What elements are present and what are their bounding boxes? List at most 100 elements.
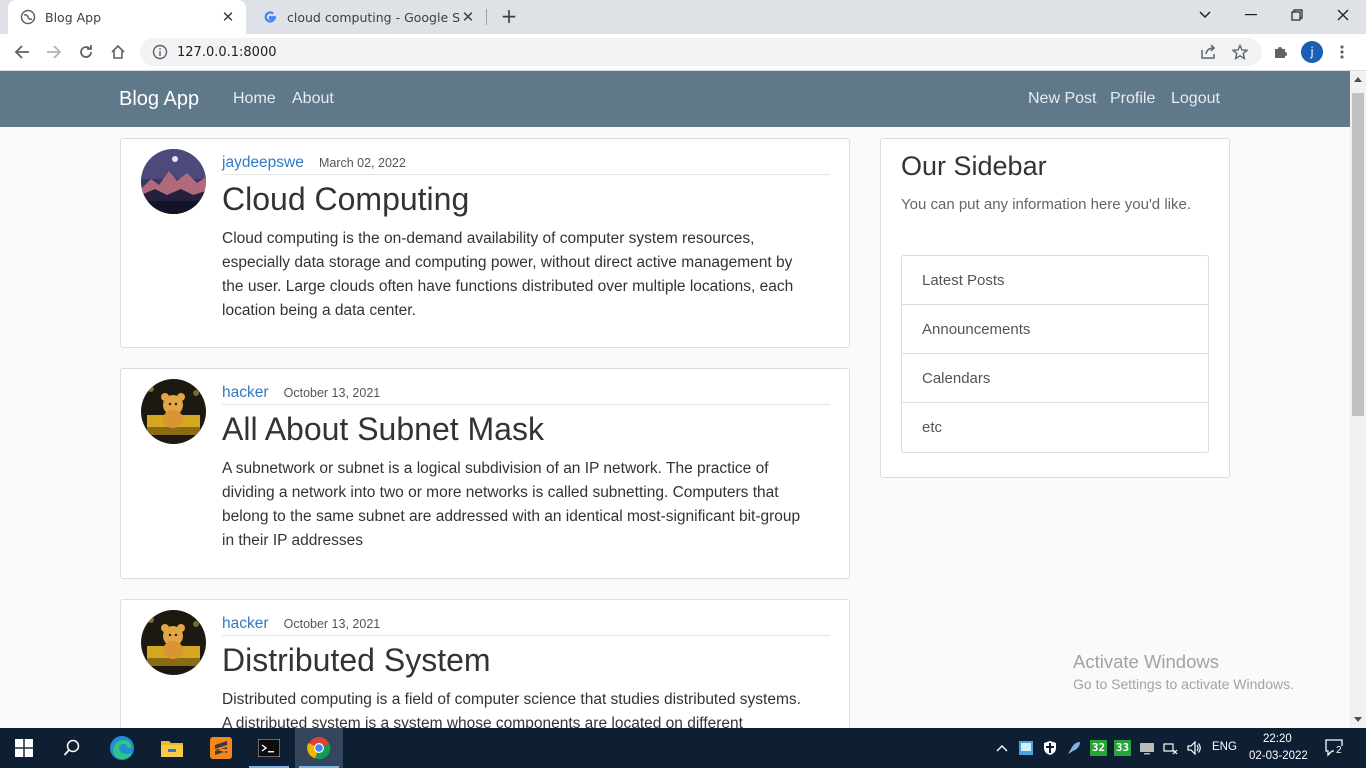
network-disconnected-icon[interactable]	[1162, 740, 1178, 756]
post-author-link[interactable]: jaydeepswe	[222, 154, 304, 171]
clock-time[interactable]: 22:20	[1263, 733, 1292, 745]
post-card: jaydeepswe March 02, 2022 Cloud Computin…	[120, 138, 850, 348]
sublime-text-icon[interactable]	[197, 728, 245, 768]
post-body-line: in their IP addresses	[222, 532, 364, 549]
post-body-line: belong to the same subnet are addressed …	[222, 508, 801, 525]
post-title[interactable]: Distributed System	[222, 642, 491, 679]
post-body-line: A subnetwork or subnet is a logical subd…	[222, 460, 769, 477]
sidebar-title: Our Sidebar	[901, 151, 1047, 181]
post-title[interactable]: Cloud Computing	[222, 181, 469, 218]
url-text: 127.0.0.1:8000	[177, 44, 277, 60]
volume-icon[interactable]	[1186, 740, 1202, 756]
tab-close-icon[interactable]: ✕	[460, 9, 476, 25]
edge-icon[interactable]	[98, 728, 146, 768]
author-avatar[interactable]	[141, 149, 206, 214]
close-window-icon[interactable]	[1320, 0, 1366, 30]
minimize-icon[interactable]	[1228, 0, 1274, 30]
sidebar-item-calendars[interactable]: Calendars	[902, 354, 1208, 403]
nav-profile-link[interactable]: Profile	[1110, 90, 1155, 108]
forward-arrow-icon[interactable]	[42, 40, 66, 64]
sidebar-list: Latest Posts Announcements Calendars etc	[901, 255, 1209, 453]
post-body-line: Cloud computing is the on-demand availab…	[222, 230, 755, 247]
nav-about-link[interactable]: About	[292, 90, 334, 108]
post-body-line: Distributed computing is a field of comp…	[222, 691, 801, 708]
post-card: hacker October 13, 2021 All About Subnet…	[120, 368, 850, 579]
scroll-up-icon[interactable]	[1354, 77, 1362, 82]
clock-date[interactable]: 02-03-2022	[1249, 750, 1308, 762]
post-date: October 13, 2021	[283, 617, 381, 631]
page-scrollbar[interactable]	[1350, 71, 1366, 728]
security-shield-icon[interactable]	[1042, 740, 1058, 756]
extensions-puzzle-icon[interactable]	[1268, 40, 1292, 64]
tab-blog-app[interactable]: Blog App ✕	[8, 0, 246, 34]
tray-badge-33[interactable]: 33	[1114, 740, 1131, 756]
post-title[interactable]: All About Subnet Mask	[222, 411, 544, 448]
tab-search-chevron-icon[interactable]	[1182, 0, 1228, 30]
scroll-down-icon[interactable]	[1354, 717, 1362, 722]
bookmark-star-icon[interactable]	[1228, 40, 1252, 64]
browser-toolbar: 127.0.0.1:8000 j	[0, 34, 1366, 71]
notification-count: 2	[1336, 745, 1342, 756]
page-viewport: Blog App Home About New Post Profile Log…	[0, 71, 1350, 728]
tab-google-search[interactable]: cloud computing - Google Search ✕	[250, 0, 486, 34]
navbar-brand[interactable]: Blog App	[119, 88, 199, 111]
post-body-line: dividing a network into two or more netw…	[222, 484, 779, 501]
tray-badge-text: 33	[1115, 741, 1130, 754]
share-icon[interactable]	[1196, 40, 1220, 64]
show-hidden-icons-chevron-icon[interactable]	[994, 740, 1010, 756]
author-avatar[interactable]	[141, 379, 206, 444]
nav-logout-link[interactable]: Logout	[1171, 90, 1220, 108]
sidebar-item-announcements[interactable]: Announcements	[902, 305, 1208, 354]
chrome-icon[interactable]	[295, 728, 343, 768]
info-icon[interactable]	[152, 44, 168, 60]
menu-dots-icon[interactable]	[1330, 40, 1354, 64]
start-icon[interactable]	[0, 728, 48, 768]
back-arrow-icon[interactable]	[10, 40, 34, 64]
tray-badge-32[interactable]: 32	[1090, 740, 1107, 756]
post-body: Cloud computing is the on-demand availab…	[222, 227, 832, 323]
post-card: hacker October 13, 2021 Distributed Syst…	[120, 599, 850, 728]
rocket-icon[interactable]	[1066, 740, 1082, 756]
tray-badge-text: 32	[1091, 741, 1106, 754]
post-body-line: especially data storage and computing po…	[222, 254, 793, 271]
tab-close-icon[interactable]: ✕	[220, 9, 236, 25]
tab-separator	[486, 9, 487, 25]
post-meta: hacker October 13, 2021	[222, 382, 830, 405]
reload-icon[interactable]	[74, 40, 98, 64]
activate-windows-subtitle: Go to Settings to activate Windows.	[1073, 676, 1294, 692]
post-author-link[interactable]: hacker	[222, 615, 269, 632]
post-date: October 13, 2021	[283, 386, 381, 400]
nav-home-link[interactable]: Home	[233, 90, 276, 108]
home-icon[interactable]	[106, 40, 130, 64]
network-monitor-icon[interactable]	[1018, 740, 1034, 756]
post-author-link[interactable]: hacker	[222, 384, 269, 401]
new-tab-icon[interactable]: +	[499, 6, 519, 27]
post-date: March 02, 2022	[318, 156, 406, 170]
sidebar-item-etc[interactable]: etc	[902, 403, 1208, 452]
post-body-line: location being a data center.	[222, 302, 416, 319]
author-avatar[interactable]	[141, 610, 206, 675]
file-explorer-icon[interactable]	[148, 728, 196, 768]
post-body-line: the user. Large clouds often have functi…	[222, 278, 794, 295]
tab-title: Blog App	[45, 9, 102, 25]
site-navbar: Blog App Home About New Post Profile Log…	[0, 71, 1350, 127]
scrollbar-thumb[interactable]	[1352, 93, 1364, 416]
notification-center-icon[interactable]: 2	[1325, 739, 1345, 757]
language-indicator[interactable]: ENG	[1212, 741, 1237, 753]
restore-icon[interactable]	[1274, 0, 1320, 30]
globe-icon	[20, 9, 36, 25]
display-icon[interactable]	[1139, 740, 1155, 756]
terminal-icon[interactable]	[245, 728, 293, 768]
post-meta: jaydeepswe March 02, 2022	[222, 152, 830, 175]
nav-new-post-link[interactable]: New Post	[1028, 90, 1096, 108]
post-body: A subnetwork or subnet is a logical subd…	[222, 457, 832, 553]
address-bar[interactable]: 127.0.0.1:8000	[140, 38, 1262, 66]
search-icon[interactable]	[48, 728, 96, 768]
google-icon	[264, 11, 277, 23]
sidebar-description: You can put any information here you'd l…	[901, 196, 1191, 213]
sidebar: Our Sidebar You can put any information …	[880, 138, 1230, 478]
post-body-line: A distributed system is a system whose c…	[222, 715, 743, 728]
profile-avatar[interactable]: j	[1301, 41, 1323, 63]
activate-windows-title: Activate Windows	[1073, 651, 1219, 672]
sidebar-item-latest-posts[interactable]: Latest Posts	[902, 256, 1208, 305]
